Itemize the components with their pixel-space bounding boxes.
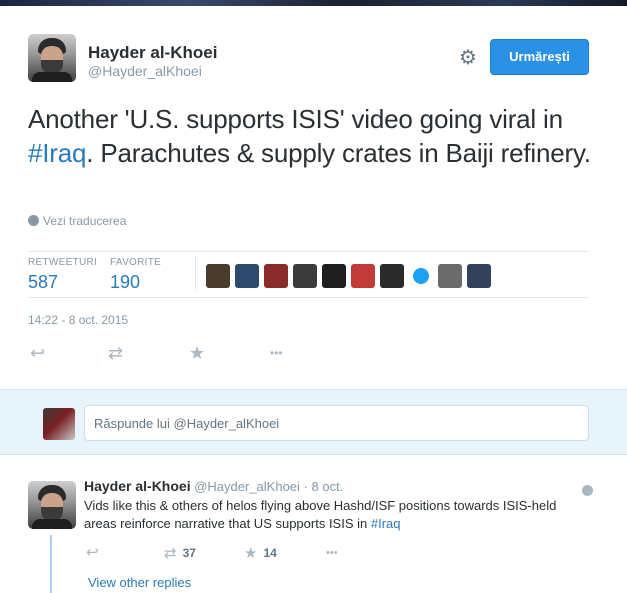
favoriter-avatar[interactable] <box>380 264 404 288</box>
separator: · <box>303 479 308 494</box>
tweet-text: Another 'U.S. supports ISIS' video going… <box>28 102 598 170</box>
more-icon[interactable]: ••• <box>270 343 283 363</box>
hashtag-link[interactable]: #Iraq <box>28 138 86 168</box>
favorite-count: 14 <box>263 546 277 560</box>
tweet-text-part: Another 'U.S. supports ISIS' video going… <box>28 104 563 134</box>
author-handle[interactable]: @Hayder_alKhoei <box>88 63 202 79</box>
retweets-count: 587 <box>28 272 59 292</box>
translate-link[interactable]: Vezi traducerea <box>28 214 126 228</box>
favoriter-avatar[interactable] <box>235 264 259 288</box>
gear-icon[interactable]: ⚙ <box>457 47 479 69</box>
favoriter-avatar[interactable] <box>264 264 288 288</box>
retweets-stat[interactable]: RETWEETURI 587 <box>28 257 97 293</box>
thread-line <box>50 535 52 593</box>
reply-time[interactable]: 8 oct. <box>312 479 344 494</box>
favoriter-avatar[interactable] <box>322 264 346 288</box>
reply-header: Hayder al-Khoei @Hayder_alKhoei · 8 oct. <box>84 478 343 494</box>
retweets-label: RETWEETURI <box>28 257 98 268</box>
tweet-text-part: . Parachutes & supply crates in Baiji re… <box>86 138 591 168</box>
reply-author-handle[interactable]: @Hayder_alKhoei <box>194 479 300 494</box>
favoriter-avatar[interactable] <box>413 268 429 284</box>
translate-label: Vezi traducerea <box>43 214 127 228</box>
favorite-button[interactable]: ★ 14 <box>244 544 277 563</box>
favorites-label: FAVORITE <box>110 257 162 268</box>
favoriter-avatar[interactable] <box>351 264 375 288</box>
favorite-icon: ★ <box>244 545 258 562</box>
reply-text: Vids like this & others of helos flying … <box>84 497 584 533</box>
favoriter-avatar[interactable] <box>293 264 317 288</box>
reply-box: Răspunde lui @Hayder_alKhoei <box>0 389 627 455</box>
author-avatar[interactable] <box>28 34 76 82</box>
reply-text-part: Vids like this & others of helos flying … <box>84 498 557 531</box>
author-name[interactable]: Hayder al-Khoei <box>88 43 217 63</box>
reply-input[interactable]: Răspunde lui @Hayder_alKhoei <box>84 405 589 441</box>
favoriter-avatar[interactable] <box>467 264 491 288</box>
reply-author-name[interactable]: Hayder al-Khoei <box>84 478 191 494</box>
follow-button[interactable]: Urmărești <box>490 39 589 75</box>
hashtag-link[interactable]: #Iraq <box>371 516 401 531</box>
main-tweet: Hayder al-Khoei @Hayder_alKhoei ⚙ Urmăre… <box>0 6 627 389</box>
more-icon[interactable]: ••• <box>326 544 338 562</box>
reply-icon[interactable]: ↩ <box>30 343 45 363</box>
favorites-stat[interactable]: FAVORITE 190 <box>110 257 161 293</box>
retweet-icon: ⇄ <box>164 545 177 562</box>
globe-icon <box>28 215 39 226</box>
retweet-count: 37 <box>182 546 196 560</box>
globe-icon <box>582 485 593 496</box>
favoriter-avatar[interactable] <box>438 264 462 288</box>
reply-tweet: Hayder al-Khoei @Hayder_alKhoei · 8 oct.… <box>0 455 627 593</box>
divider <box>28 297 589 298</box>
favorite-icon[interactable]: ★ <box>189 343 205 363</box>
favorites-count: 190 <box>110 272 141 292</box>
current-user-avatar <box>43 408 75 440</box>
view-other-replies-link[interactable]: View other replies <box>88 575 191 590</box>
divider <box>28 251 589 252</box>
reply-icon[interactable]: ↩ <box>86 544 99 562</box>
tweet-timestamp[interactable]: 14:22 - 8 oct. 2015 <box>28 313 128 327</box>
retweet-icon[interactable]: ⇄ <box>108 343 123 363</box>
favoriter-avatar[interactable] <box>206 264 230 288</box>
retweet-button[interactable]: ⇄ 37 <box>164 544 196 563</box>
divider <box>195 257 196 291</box>
reply-author-avatar[interactable] <box>28 481 76 529</box>
